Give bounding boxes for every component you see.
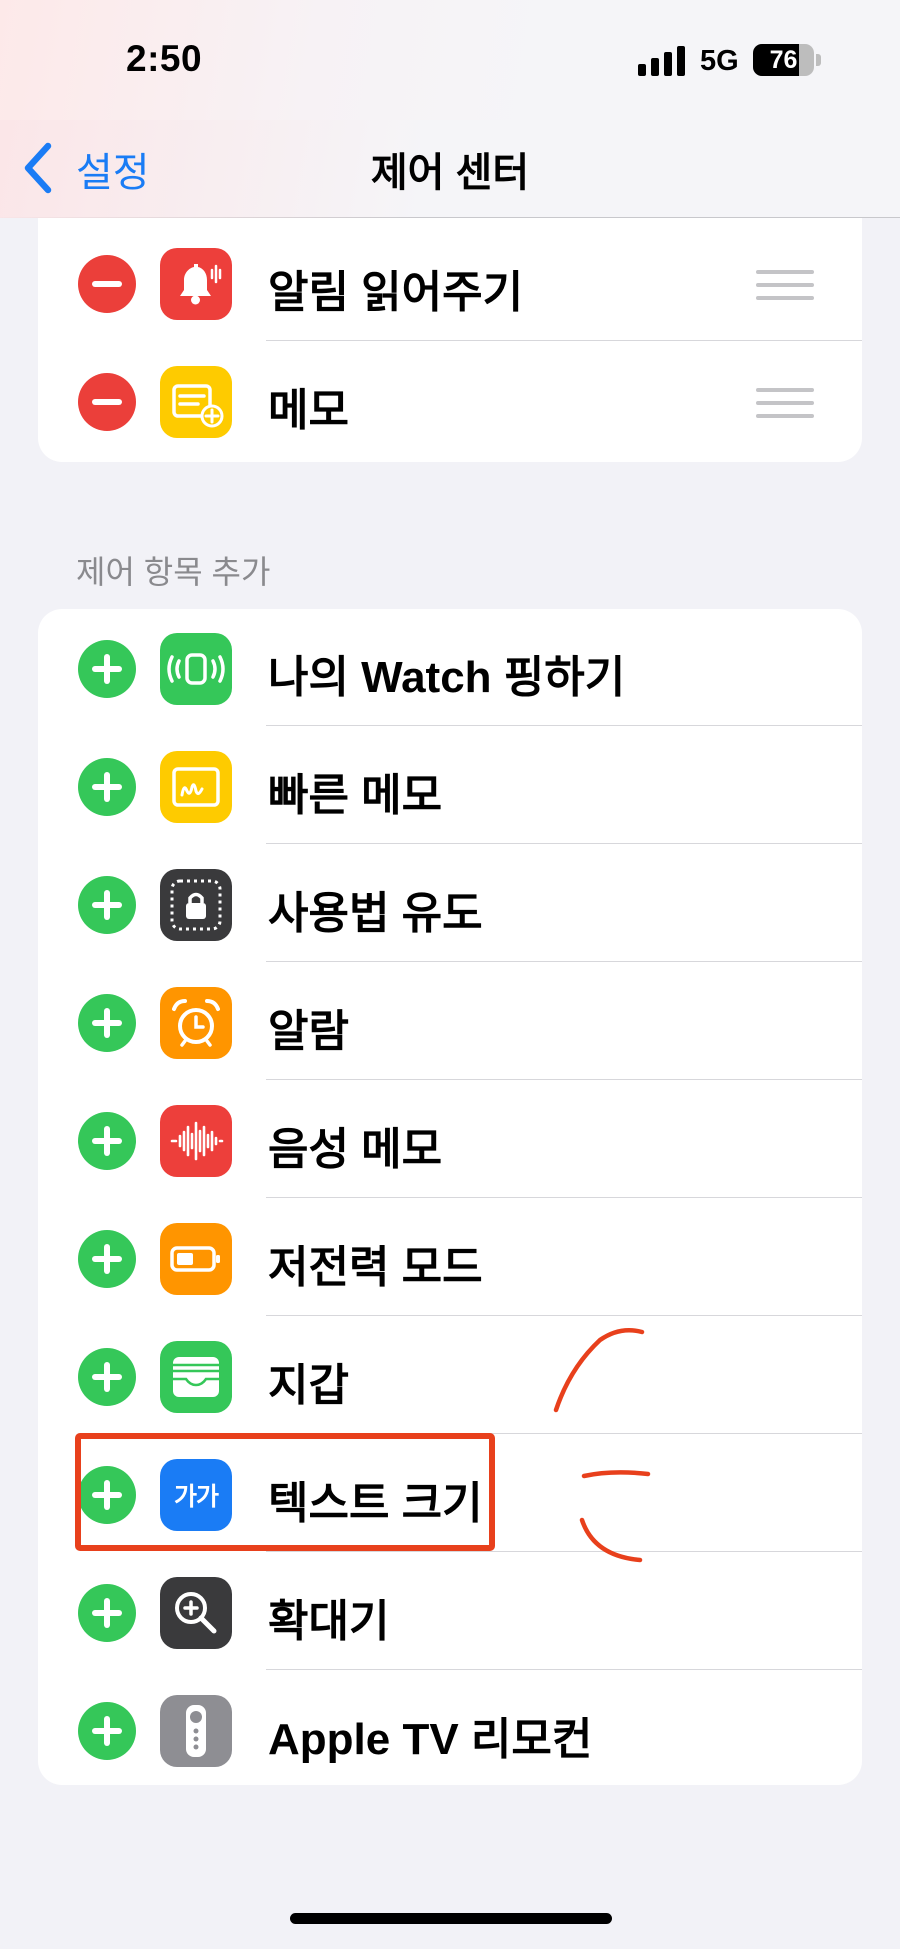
list-item: 빠른 메모 xyxy=(38,727,862,844)
item-label: 확대기 xyxy=(268,1597,390,1646)
list-item: 확대기 xyxy=(38,1553,862,1670)
item-label: 나의 Watch 핑하기 xyxy=(268,653,626,702)
voice-memos-icon xyxy=(160,1105,232,1177)
list-item: 지갑 xyxy=(38,1317,862,1434)
status-time: 2:50 xyxy=(126,38,203,79)
add-button[interactable] xyxy=(78,758,136,816)
add-button[interactable] xyxy=(78,640,136,698)
list-item: 가가 텍스트 크기 xyxy=(38,1435,862,1552)
quick-note-icon xyxy=(160,751,232,823)
add-button[interactable] xyxy=(78,1112,136,1170)
remove-button[interactable] xyxy=(78,373,136,431)
section-header: 제어 항목 추가 xyxy=(76,554,271,590)
list-item: 사용법 유도 xyxy=(38,845,862,962)
item-label: 지갑 xyxy=(268,1361,349,1410)
add-button[interactable] xyxy=(78,1230,136,1288)
list-item: 저전력 모드 xyxy=(38,1199,862,1316)
status-bar: 2:50 5G 76 xyxy=(0,0,900,120)
low-power-mode-icon xyxy=(160,1223,232,1295)
navigation-bar: 설정 제어 센터 xyxy=(0,120,900,218)
add-button[interactable] xyxy=(78,994,136,1052)
apple-tv-remote-icon xyxy=(160,1695,232,1767)
list-item: 알람 xyxy=(38,963,862,1080)
item-label: 메모 xyxy=(268,386,349,435)
text-size-icon: 가가 xyxy=(160,1459,232,1531)
guided-access-icon xyxy=(160,869,232,941)
reorder-grip-icon[interactable] xyxy=(756,388,814,418)
add-button[interactable] xyxy=(78,876,136,934)
wallet-icon xyxy=(160,1341,232,1413)
alarm-icon xyxy=(160,987,232,1059)
magnifier-icon xyxy=(160,1577,232,1649)
list-item: Apple TV 리모컨 xyxy=(38,1671,862,1785)
remove-button[interactable] xyxy=(78,255,136,313)
item-label: 저전력 모드 xyxy=(268,1243,483,1292)
ping-watch-icon xyxy=(160,633,232,705)
add-button[interactable] xyxy=(78,1466,136,1524)
item-label: Apple TV 리모컨 xyxy=(268,1715,593,1764)
battery-cap xyxy=(816,54,821,66)
battery-icon: 76 xyxy=(753,44,814,76)
list-item: 메모 xyxy=(38,342,862,459)
item-label: 알람 xyxy=(268,1007,349,1056)
item-label: 빠른 메모 xyxy=(268,771,443,820)
list-item: 나의 Watch 핑하기 xyxy=(38,609,862,726)
add-button[interactable] xyxy=(78,1702,136,1760)
home-indicator[interactable] xyxy=(290,1913,612,1924)
add-button[interactable] xyxy=(78,1584,136,1642)
reorder-grip-icon[interactable] xyxy=(756,270,814,300)
battery-percent: 76 xyxy=(769,45,798,74)
network-type: 5G xyxy=(700,45,739,77)
item-label: 텍스트 크기 xyxy=(268,1479,483,1528)
list-item: 음성 메모 xyxy=(38,1081,862,1198)
announce-notifications-icon xyxy=(160,248,232,320)
text-size-icon-glyph: 가가 xyxy=(173,1483,219,1511)
item-label: 알림 읽어주기 xyxy=(268,268,524,317)
item-label: 사용법 유도 xyxy=(268,889,483,938)
included-controls-list: 알림 읽어주기 메모 xyxy=(38,218,862,462)
item-label: 음성 메모 xyxy=(268,1125,443,1174)
notes-icon xyxy=(160,366,232,438)
add-button[interactable] xyxy=(78,1348,136,1406)
more-controls-list: 나의 Watch 핑하기 빠른 메모 사용법 유도 알람 음성 메모 저전력 모… xyxy=(38,609,862,1785)
cellular-signal-icon xyxy=(638,46,686,76)
list-item: 알림 읽어주기 xyxy=(38,224,862,341)
page-title: 제어 센터 xyxy=(370,151,530,195)
